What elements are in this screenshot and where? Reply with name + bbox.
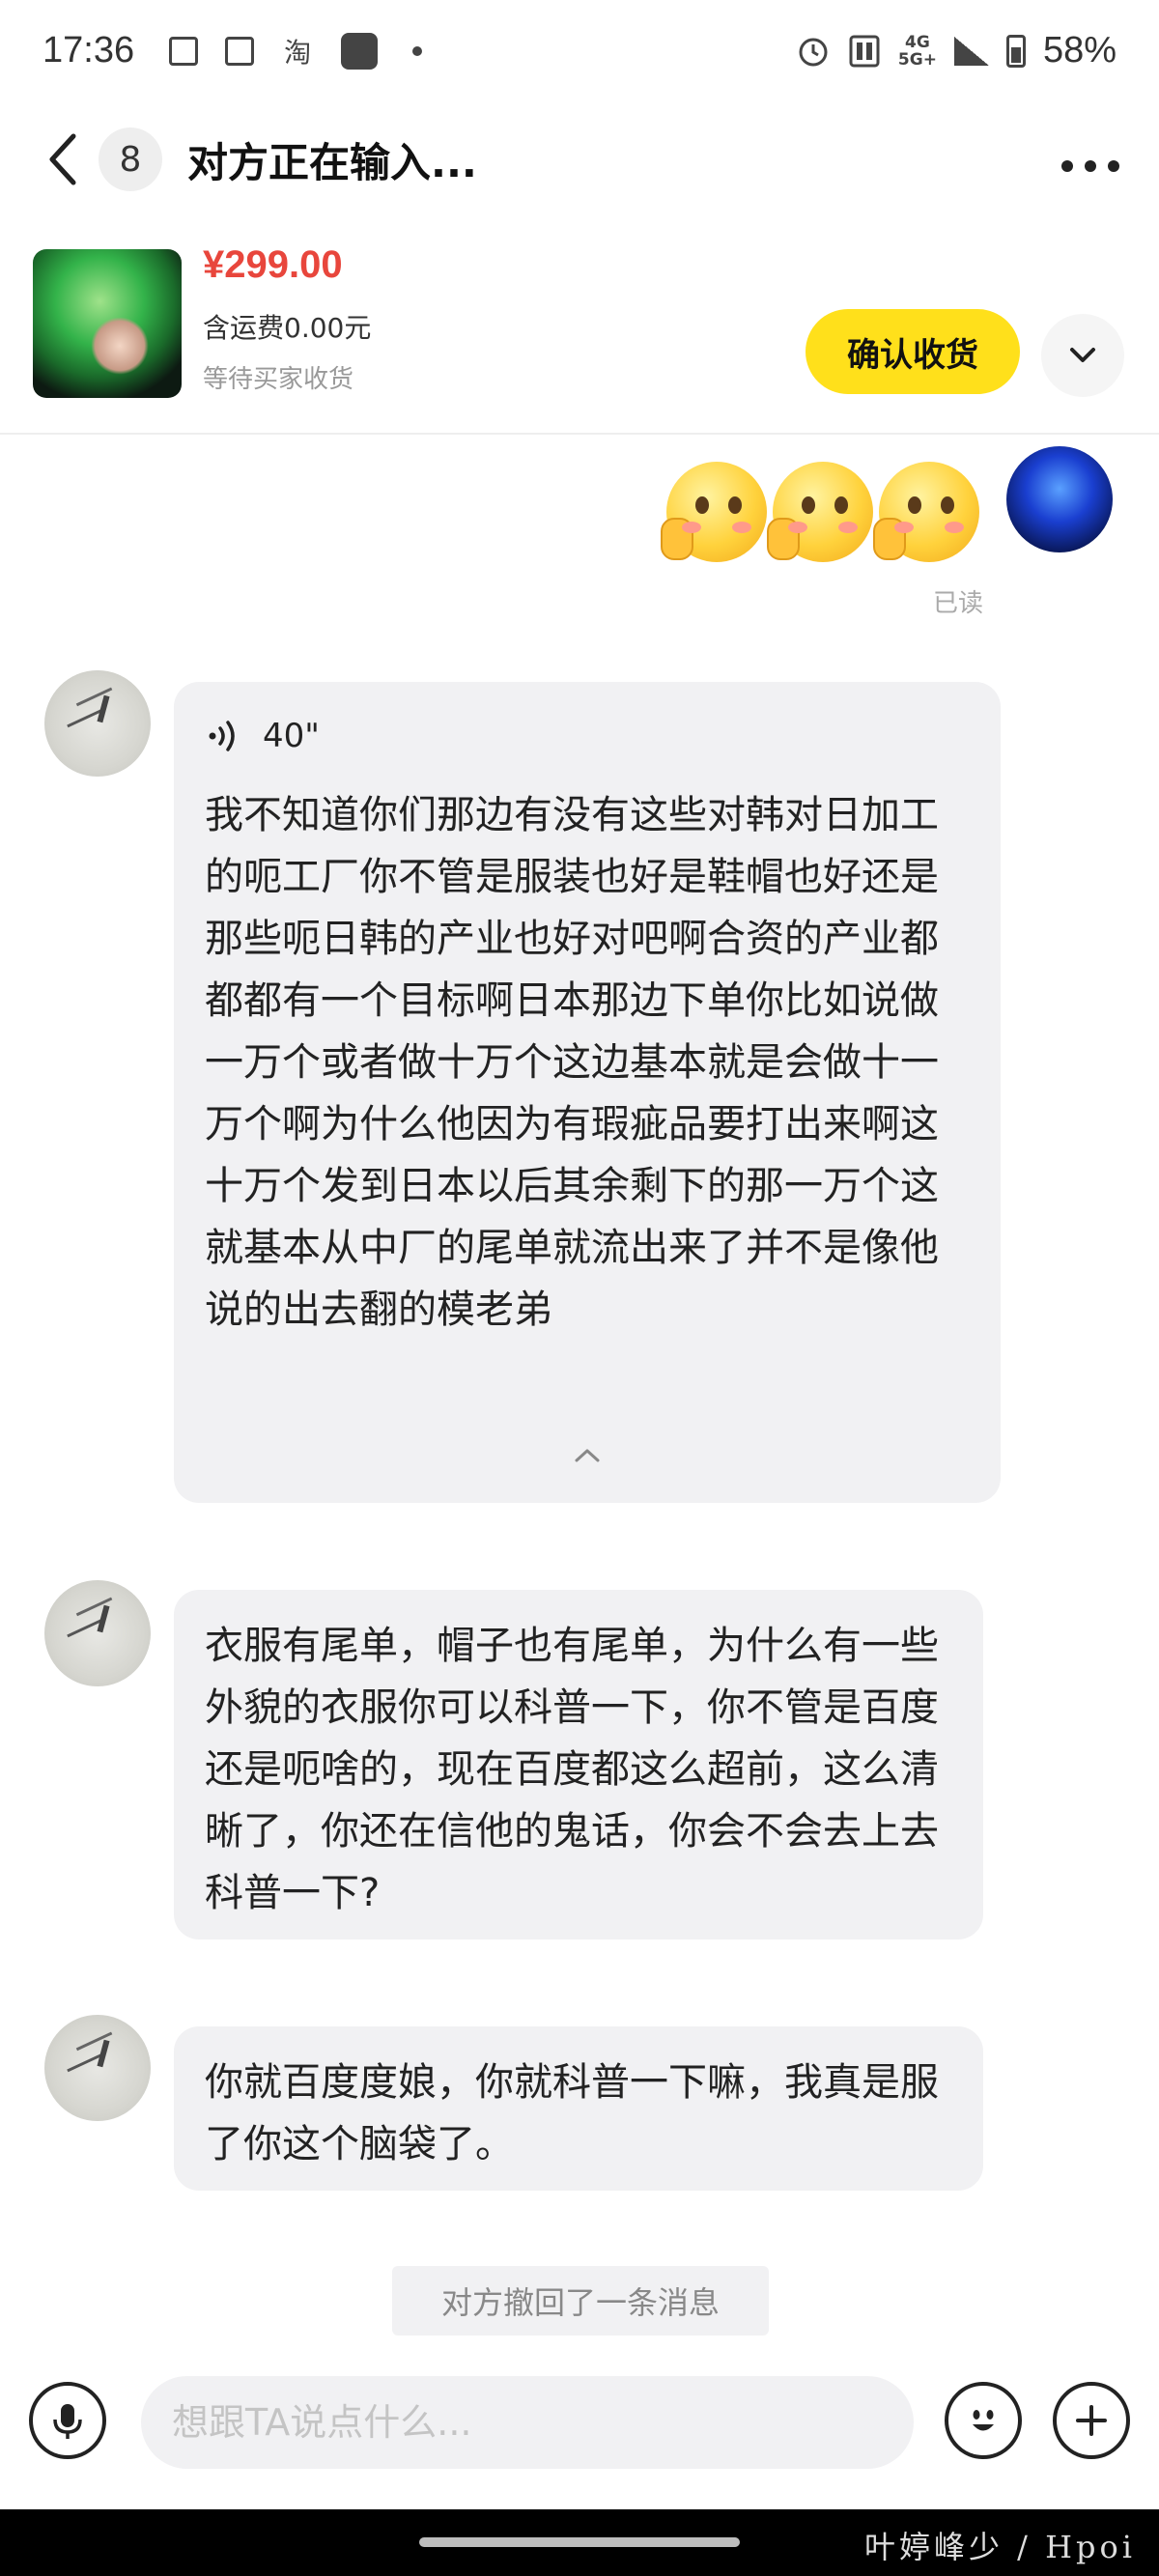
- smiley-icon: [973, 2410, 994, 2431]
- contact-avatar[interactable]: [44, 670, 151, 777]
- nfc-icon: [849, 35, 880, 67]
- more-actions-button[interactable]: [1053, 2382, 1130, 2459]
- expand-button[interactable]: [1041, 314, 1124, 397]
- text-message-bubble[interactable]: 你就百度度娘，你就科普一下嘛，我真是服了你这个脑袋了。: [174, 2026, 983, 2191]
- chevron-down-icon: [1070, 348, 1095, 362]
- app-icon: [341, 32, 379, 70]
- order-status: 等待买家收货: [203, 365, 354, 394]
- emoji-sticker: [661, 462, 767, 562]
- more-horizontal-icon: [1061, 159, 1119, 172]
- chevron-up-icon: [575, 1449, 600, 1462]
- navigation-bar: 叶婷峰少 / Hpoi: [0, 2509, 1159, 2576]
- network-4g: 4G: [905, 32, 930, 52]
- voice-input-button[interactable]: [29, 2382, 106, 2459]
- product-card[interactable]: ¥299.00 含运费0.00元 等待买家收货 确认收货: [0, 232, 1159, 435]
- home-gesture-handle[interactable]: [419, 2537, 740, 2547]
- confirm-receipt-button[interactable]: 确认收货: [806, 309, 1020, 394]
- recall-notice: 对方撤回了一条消息: [392, 2266, 769, 2335]
- product-thumbnail[interactable]: [33, 249, 182, 398]
- microphone-icon: [53, 2404, 82, 2439]
- voice-message-bubble[interactable]: 40" 我不知道你们那边有没有这些对韩对日加工的呃工厂你不管是服装也好是鞋帽也好…: [174, 682, 1001, 1503]
- voice-duration: 40": [263, 717, 320, 755]
- text-message-bubble[interactable]: 衣服有尾单，帽子也有尾单，为什么有一些外貌的衣服你可以科普一下，你不管是百度还是…: [174, 1590, 983, 1939]
- read-receipt: 已读: [933, 589, 984, 618]
- voice-wave-icon: [209, 721, 235, 751]
- copy-icon: [225, 36, 255, 66]
- network-indicator: 4G 5G+: [898, 34, 937, 69]
- outgoing-emoji-message[interactable]: [661, 462, 979, 562]
- message-input[interactable]: [141, 2376, 914, 2469]
- contact-avatar[interactable]: [44, 2015, 151, 2121]
- unread-count-badge: 8: [99, 127, 162, 191]
- emoji-sticker: [767, 462, 873, 562]
- signal-icon: [953, 36, 989, 66]
- message-text: 你就百度度娘，你就科普一下嘛，我真是服了你这个脑袋了。: [205, 2060, 939, 2166]
- chevron-left-icon: [49, 133, 76, 185]
- status-bar: 17:36 淘 4G 5G+ 58%: [0, 0, 1159, 101]
- more-notifications-icon: [412, 45, 423, 56]
- voice-player[interactable]: 40": [205, 707, 970, 765]
- network-5g: 5G+: [897, 49, 937, 70]
- battery-percent: 58%: [1042, 30, 1117, 71]
- status-time: 17:36: [42, 30, 135, 71]
- chat-header: 8 对方正在输入...: [0, 106, 1159, 212]
- collapse-button[interactable]: [174, 1426, 1001, 1487]
- page-title: 对方正在输入...: [187, 138, 477, 186]
- alarm-icon: [799, 38, 828, 66]
- input-bar: [0, 2376, 1159, 2482]
- more-button[interactable]: [1060, 147, 1120, 173]
- emoji-button[interactable]: [945, 2382, 1022, 2459]
- voice-transcript: 我不知道你们那边有没有这些对韩对日加工的呃工厂你不管是服装也好是鞋帽也好还是那些…: [205, 793, 939, 1332]
- contact-avatar[interactable]: [44, 1580, 151, 1686]
- battery-icon: [1005, 34, 1026, 68]
- shipping-fee: 含运费0.00元: [203, 312, 372, 344]
- my-avatar[interactable]: [1006, 446, 1113, 552]
- taobao-icon: 淘: [284, 36, 312, 69]
- message-text: 衣服有尾单，帽子也有尾单，为什么有一些外貌的衣服你可以科普一下，你不管是百度还是…: [205, 1624, 939, 1915]
- product-price: ¥299.00: [203, 243, 343, 286]
- emoji-sticker: [873, 462, 979, 562]
- watermark: 叶婷峰少 / Hpoi: [863, 2529, 1136, 2565]
- plus-icon: [1076, 2405, 1107, 2436]
- back-button[interactable]: [39, 126, 87, 193]
- notification-icon: [169, 36, 199, 66]
